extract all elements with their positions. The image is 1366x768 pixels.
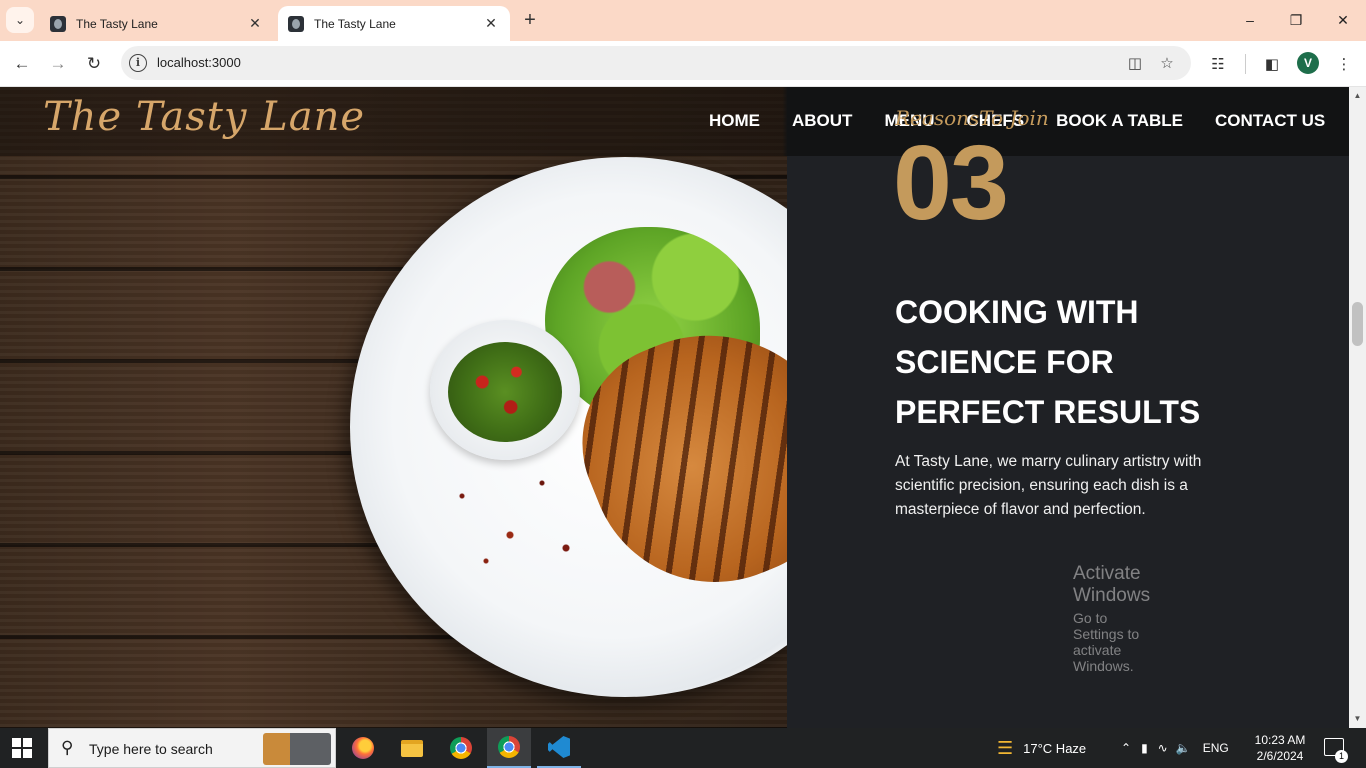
chevron-down-icon: ⌄	[14, 13, 26, 27]
scroll-down-arrow-icon[interactable]: ▼	[1349, 712, 1366, 726]
close-tab-icon[interactable]: ✕	[482, 15, 500, 32]
headline-line: PERFECT RESULTS	[895, 394, 1201, 430]
watermark-title: Activate Windows	[1073, 563, 1151, 606]
windows-start-icon[interactable]	[12, 738, 32, 758]
nav-book-a-table[interactable]: BOOK A TABLE	[1056, 111, 1183, 131]
windows-taskbar: ⚲ Type here to search ☰ 17°C Haze ⌃ ▮ ∿ …	[0, 728, 1366, 768]
browser-toolbar: ← → ↻ i localhost:3000 ◫ ☆ ☷ ◧ V ⋮	[0, 41, 1366, 87]
taskbar-search-box[interactable]: ⚲ Type here to search	[48, 728, 336, 768]
search-icon: ⚲	[61, 738, 74, 757]
minimize-button[interactable]: –	[1227, 6, 1273, 34]
side-panel-icon[interactable]: ◧	[1258, 50, 1286, 78]
site-header: The Tasty Lane HOME ABOUT MENU CHEFS BOO…	[0, 87, 1349, 156]
volume-icon[interactable]: 🔈	[1176, 741, 1191, 755]
bookmark-star-icon[interactable]: ☆	[1157, 54, 1177, 74]
tab-title: The Tasty Lane	[314, 16, 396, 31]
back-arrow-icon[interactable]: ←	[8, 50, 36, 78]
nav-contact-us[interactable]: CONTACT US	[1215, 111, 1325, 131]
language-indicator[interactable]: ENG	[1203, 741, 1229, 755]
search-placeholder[interactable]: Type here to search	[89, 741, 213, 757]
profile-avatar[interactable]: V	[1297, 52, 1319, 74]
nav-home[interactable]: HOME	[709, 111, 760, 131]
description-line: masterpiece of flavor and perfection.	[895, 501, 1146, 518]
extensions-puzzle-icon[interactable]: ☷	[1204, 50, 1232, 78]
scroll-up-arrow-icon[interactable]: ▲	[1349, 89, 1366, 103]
toolbar-divider	[1245, 54, 1246, 74]
wifi-icon[interactable]: ∿	[1158, 741, 1168, 755]
address-bar[interactable]: i localhost:3000 ◫ ☆	[121, 46, 1191, 80]
install-app-icon[interactable]: ◫	[1125, 54, 1145, 74]
clock-time: 10:23 AM	[1254, 733, 1306, 747]
file-explorer-app-icon[interactable]	[390, 728, 434, 768]
weather-haze-icon: ☰	[997, 737, 1014, 758]
forward-arrow-icon[interactable]: →	[44, 50, 72, 78]
page-scrollbar[interactable]: ▲ ▼	[1349, 87, 1366, 728]
section-headline: COOKING WITH SCIENCE FOR PERFECT RESULTS	[895, 287, 1255, 437]
description-line: At Tasty Lane, we marry culinary artistr…	[895, 453, 1202, 470]
site-favicon-icon	[50, 15, 66, 32]
reload-icon[interactable]: ↻	[80, 50, 108, 78]
notification-count-badge: 1	[1335, 750, 1348, 763]
chrome-app-icon[interactable]	[439, 728, 483, 768]
tab-search-button[interactable]: ⌄	[6, 7, 34, 33]
page-viewport: The Tasty Lane HOME ABOUT MENU CHEFS BOO…	[0, 87, 1349, 728]
watermark-subtitle: Go to Settings to activate Windows.	[1073, 610, 1140, 674]
url-text[interactable]: localhost:3000	[157, 55, 241, 70]
chili-flakes-image	[430, 457, 590, 587]
more-menu-icon[interactable]: ⋮	[1330, 50, 1358, 78]
browser-tab-1[interactable]: The Tasty Lane ✕	[40, 6, 274, 41]
close-window-button[interactable]: ✕	[1320, 6, 1366, 34]
reason-number: 03	[893, 124, 1009, 242]
chevron-up-icon[interactable]: ⌃	[1121, 741, 1131, 755]
battery-icon[interactable]: ▮	[1141, 741, 1148, 755]
weather-text: 17°C Haze	[1023, 740, 1087, 756]
weather-widget[interactable]: ☰ 17°C Haze	[997, 728, 1086, 768]
salsa-image	[448, 342, 562, 442]
headline-line: COOKING WITH	[895, 294, 1139, 330]
scroll-thumb[interactable]	[1352, 302, 1363, 346]
firefox-app-icon[interactable]	[341, 728, 385, 768]
system-tray: ⌃ ▮ ∿ 🔈 ENG	[1121, 728, 1229, 768]
browser-tab-2[interactable]: The Tasty Lane ✕	[278, 6, 510, 41]
chrome-app-icon-active[interactable]	[487, 728, 531, 768]
headline-line: SCIENCE FOR	[895, 344, 1114, 380]
vscode-app-icon[interactable]	[537, 728, 581, 768]
activate-windows-watermark: Activate Windows Go to Settings to activ…	[1073, 563, 1150, 674]
clock-date: 2/6/2024	[1256, 749, 1304, 763]
site-info-icon[interactable]: i	[129, 54, 147, 72]
browser-tab-strip: ⌄ The Tasty Lane ✕ The Tasty Lane ✕ + – …	[0, 0, 1366, 41]
site-favicon-icon	[288, 15, 304, 32]
site-logo[interactable]: The Tasty Lane	[43, 94, 365, 140]
nav-about[interactable]: ABOUT	[792, 111, 852, 131]
new-tab-button[interactable]: +	[518, 9, 542, 33]
tab-title: The Tasty Lane	[76, 16, 158, 31]
search-highlight-image	[263, 733, 331, 765]
section-description: At Tasty Lane, we marry culinary artistr…	[895, 450, 1225, 522]
restore-button[interactable]: ❐	[1273, 6, 1319, 34]
close-tab-icon[interactable]: ✕	[246, 15, 264, 32]
description-line: scientific precision, ensuring each dish…	[895, 477, 1188, 494]
taskbar-clock[interactable]: 10:23 AM 2/6/2024	[1248, 732, 1312, 764]
